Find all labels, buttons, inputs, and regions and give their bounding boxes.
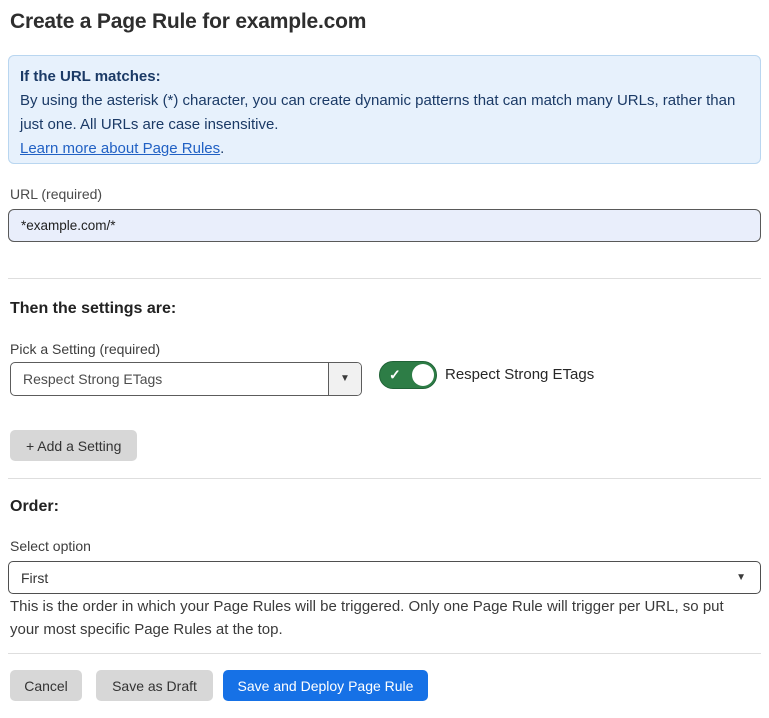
toggle-knob (412, 364, 434, 386)
save-as-draft-button[interactable]: Save as Draft (96, 670, 213, 701)
setting-select-arrow-button[interactable]: ▼ (328, 363, 361, 395)
order-select[interactable]: First ▼ (8, 561, 761, 594)
order-heading: Order: (10, 498, 59, 516)
chevron-down-icon: ▼ (736, 573, 746, 583)
settings-heading: Then the settings are: (10, 300, 176, 318)
link-suffix: . (220, 140, 224, 157)
url-match-info-box: If the URL matches: By using the asteris… (8, 55, 761, 164)
footer-divider (8, 653, 761, 654)
etags-toggle-label: Respect Strong ETags (445, 366, 594, 383)
setting-select-value: Respect Strong ETags (11, 363, 328, 395)
page-title: Create a Page Rule for example.com (10, 10, 366, 34)
url-label: URL (required) (10, 186, 102, 202)
order-help-text: This is the order in which your Page Rul… (10, 596, 752, 641)
order-select-value: First (21, 570, 48, 586)
add-setting-button[interactable]: + Add a Setting (10, 430, 137, 461)
section-divider (8, 278, 761, 279)
info-box-body: By using the asterisk (*) character, you… (20, 89, 740, 137)
section-divider (8, 478, 761, 479)
cancel-button[interactable]: Cancel (10, 670, 82, 701)
info-box-heading: If the URL matches: (20, 65, 746, 89)
setting-picker-label: Pick a Setting (required) (10, 341, 160, 357)
etags-toggle[interactable]: ✓ (379, 361, 437, 389)
url-input[interactable] (8, 209, 761, 242)
create-page-rule-page: Create a Page Rule for example.com If th… (0, 0, 769, 718)
check-icon: ✓ (389, 368, 401, 382)
learn-more-link[interactable]: Learn more about Page Rules (20, 140, 220, 157)
info-box-link-line: Learn more about Page Rules. (20, 137, 746, 161)
order-select-label: Select option (10, 538, 91, 554)
chevron-down-icon: ▼ (340, 374, 350, 384)
save-and-deploy-button[interactable]: Save and Deploy Page Rule (223, 670, 428, 701)
setting-select[interactable]: Respect Strong ETags ▼ (10, 362, 362, 396)
